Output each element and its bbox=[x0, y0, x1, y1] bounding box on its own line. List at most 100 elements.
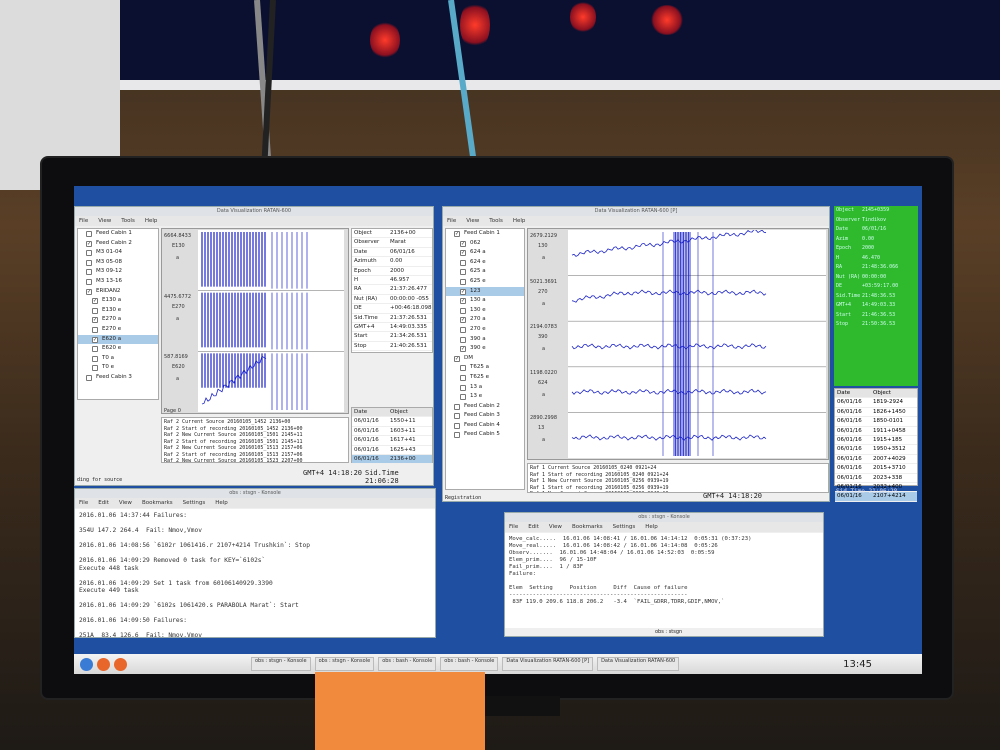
checkbox[interactable] bbox=[86, 250, 92, 257]
checkbox[interactable] bbox=[454, 422, 460, 429]
checkbox[interactable]: ✓ bbox=[460, 250, 466, 257]
schedule-row[interactable]: 06/01/16 2015+3710 bbox=[835, 464, 917, 474]
checkbox[interactable]: ✓ bbox=[460, 346, 466, 353]
checkbox[interactable]: ✓ bbox=[460, 317, 466, 324]
signal-plot[interactable] bbox=[198, 230, 344, 412]
menu-help[interactable]: Help bbox=[513, 216, 526, 226]
tree-item[interactable]: ✓ ERIDAN2 bbox=[78, 287, 158, 297]
firefox-icon[interactable] bbox=[114, 657, 127, 671]
checkbox[interactable]: ✓ bbox=[460, 298, 466, 305]
checkbox[interactable] bbox=[92, 307, 98, 314]
tree-item[interactable]: ✓ E130 a bbox=[78, 296, 158, 306]
checkbox[interactable]: ✓ bbox=[86, 288, 92, 295]
tree-item[interactable]: ✓ 390 e bbox=[446, 344, 524, 354]
taskbar-task[interactable]: Data Visualization RATAN-600 [P] bbox=[502, 657, 594, 671]
tree-item[interactable]: M3 13-16 bbox=[78, 277, 158, 287]
tree-item[interactable]: ✓ Feed Cabin 1 bbox=[446, 229, 524, 239]
tree-item[interactable]: Feed Cabin 5 bbox=[446, 430, 524, 440]
tree-item[interactable]: ✓ 624 a bbox=[446, 248, 524, 258]
menu-item[interactable]: View bbox=[549, 522, 562, 532]
checkbox[interactable] bbox=[86, 259, 92, 266]
menu-item[interactable]: Bookmarks bbox=[142, 498, 173, 508]
checkbox[interactable] bbox=[92, 326, 98, 333]
tree-item[interactable]: Feed Cabin 3 bbox=[78, 373, 158, 383]
tree-item[interactable]: ✓ DM bbox=[446, 354, 524, 364]
checkbox[interactable] bbox=[454, 413, 460, 420]
checkbox[interactable]: ✓ bbox=[454, 355, 460, 362]
schedule-row[interactable]: 06/01/16 2007+4029 bbox=[835, 455, 917, 465]
schedule-row[interactable]: 06/01/16 2023+338 bbox=[835, 474, 917, 483]
checkbox[interactable]: ✓ bbox=[460, 288, 466, 295]
schedule-row[interactable]: 06/01/16 1550+11 bbox=[352, 417, 432, 427]
checkbox[interactable] bbox=[86, 269, 92, 276]
tree-item[interactable]: ✓ E620 a bbox=[78, 334, 158, 345]
tree-item[interactable]: T625 e bbox=[446, 373, 524, 383]
checkbox[interactable] bbox=[454, 403, 460, 410]
menu-item[interactable]: Help bbox=[215, 498, 228, 508]
checkbox[interactable] bbox=[460, 394, 466, 401]
menu-tools[interactable]: Tools bbox=[121, 216, 135, 226]
taskbar-task[interactable]: obs : stsgn - Konsole bbox=[314, 657, 375, 671]
tree-item[interactable]: 13 e bbox=[446, 392, 524, 402]
terminal-output[interactable]: Move_calc..... 16.01.06 14:08:41 / 16.01… bbox=[505, 533, 823, 628]
checkbox[interactable] bbox=[86, 374, 92, 381]
tree-item[interactable]: 130 e bbox=[446, 306, 524, 316]
menu-item[interactable]: File bbox=[509, 522, 518, 532]
tree-item[interactable]: ✓ 123 bbox=[446, 286, 524, 297]
tree-item[interactable]: M3 05-08 bbox=[78, 258, 158, 268]
schedule-row[interactable]: 06/01/16 1850-0101 bbox=[835, 417, 917, 427]
checkbox[interactable] bbox=[460, 259, 466, 266]
tree-item[interactable]: Feed Cabin 2 bbox=[446, 402, 524, 412]
checkbox[interactable] bbox=[460, 307, 466, 314]
tree-item[interactable]: E620 e bbox=[78, 344, 158, 354]
menu-item[interactable]: Help bbox=[645, 522, 658, 532]
schedule-row[interactable]: 06/01/16 1625+43 bbox=[352, 446, 432, 455]
tree-item[interactable]: ✓ E270 a bbox=[78, 315, 158, 325]
schedule-table[interactable]: Date Object 06/01/16 1819-2924 06/01/16 1826+… bbox=[834, 388, 918, 502]
tree-item[interactable]: Feed Cabin 3 bbox=[446, 411, 524, 421]
schedule-row[interactable]: 06/01/16 2136+00 bbox=[352, 454, 432, 465]
tree-item[interactable]: M3 09-12 bbox=[78, 267, 158, 277]
tree-item[interactable]: Feed Cabin 1 bbox=[78, 229, 158, 239]
checkbox[interactable] bbox=[92, 365, 98, 372]
schedule-table[interactable]: Date Object 06/01/16 1550+11 06/01/16 1603+11… bbox=[351, 407, 433, 465]
checkbox[interactable] bbox=[92, 355, 98, 362]
tree-item[interactable]: 624 e bbox=[446, 258, 524, 268]
menu-item[interactable]: View bbox=[119, 498, 132, 508]
menu-item[interactable]: Edit bbox=[98, 498, 109, 508]
checkbox[interactable] bbox=[86, 278, 92, 285]
taskbar-task[interactable]: Data Visualization RATAN-600 bbox=[597, 657, 680, 671]
schedule-row[interactable]: 06/01/16 1603+11 bbox=[352, 427, 432, 437]
tree-item[interactable]: T0 a bbox=[78, 354, 158, 364]
checkbox[interactable] bbox=[460, 278, 466, 285]
tree-item[interactable]: ✓ 062 bbox=[446, 239, 524, 249]
tree-item[interactable]: T625 a bbox=[446, 363, 524, 373]
schedule-row[interactable]: 06/01/16 1617+41 bbox=[352, 436, 432, 446]
tree-item[interactable]: ✓ Feed Cabin 2 bbox=[78, 239, 158, 249]
terminal-output[interactable]: 2016.01.06 14:37:44 Failures: 354U 147.2… bbox=[75, 509, 435, 637]
tree-item[interactable]: 625 a bbox=[446, 267, 524, 277]
tree-item[interactable]: T0 e bbox=[78, 363, 158, 373]
channel-tree[interactable]: Feed Cabin 1 ✓ Feed Cabin 2 M3 01-04 M3 05-0… bbox=[77, 228, 159, 400]
checkbox[interactable] bbox=[460, 269, 466, 276]
menu-file[interactable]: File bbox=[447, 216, 456, 226]
schedule-row[interactable]: 06/01/16 1911+0458 bbox=[835, 427, 917, 436]
schedule-row[interactable]: 06/01/16 1915+185 bbox=[835, 436, 917, 446]
schedule-row[interactable]: 06/01/16 1826+1450 bbox=[835, 408, 917, 418]
terminal-tab[interactable]: obs : stsgn bbox=[655, 629, 682, 635]
menu-item[interactable]: Bookmarks bbox=[572, 522, 603, 532]
checkbox[interactable] bbox=[460, 374, 466, 381]
checkbox[interactable] bbox=[460, 326, 466, 333]
signal-plot[interactable] bbox=[568, 230, 826, 458]
firefox-icon[interactable] bbox=[97, 657, 110, 671]
tree-item[interactable]: ✓ 130 a bbox=[446, 296, 524, 306]
menu-item[interactable]: Settings bbox=[183, 498, 206, 508]
menu-item[interactable]: Settings bbox=[613, 522, 636, 532]
tree-item[interactable]: 270 e bbox=[446, 325, 524, 335]
tree-item[interactable]: 625 e bbox=[446, 277, 524, 287]
tree-item[interactable]: ✓ 270 a bbox=[446, 315, 524, 325]
checkbox[interactable]: ✓ bbox=[460, 240, 466, 247]
tree-item[interactable]: E130 e bbox=[78, 306, 158, 316]
tree-item[interactable]: 390 a bbox=[446, 335, 524, 345]
checkbox[interactable]: ✓ bbox=[86, 240, 92, 247]
